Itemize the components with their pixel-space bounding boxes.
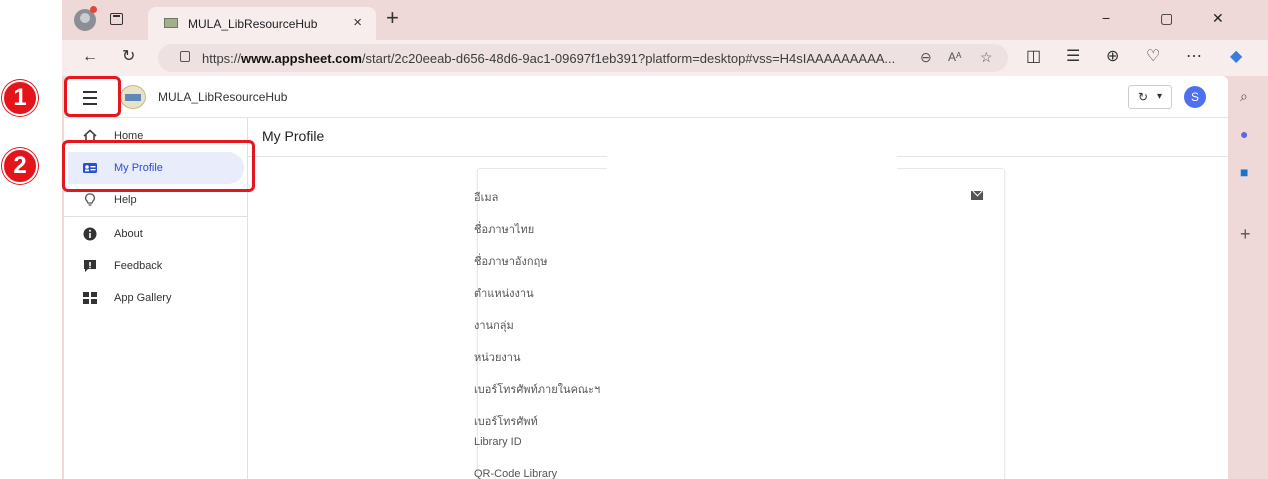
highlight-hamburger: [64, 76, 121, 117]
left-margin: [0, 0, 62, 479]
browser-toolbar: ← ↻ https://www.appsheet.com/start/2c20e…: [62, 40, 1268, 76]
field-thai-name-label: ชื่อภาษาไทย: [474, 224, 535, 236]
chevron-down-icon: ▾: [1157, 91, 1163, 102]
field-position-label: ตำแหน่งงาน: [474, 288, 534, 300]
field-unit-label: หน่วยงาน: [474, 352, 521, 364]
highlight-my-profile: [62, 140, 255, 192]
tab-strip: MULA_LibResourceHub × + − ▢ ✕: [62, 0, 1268, 40]
browser-tab[interactable]: MULA_LibResourceHub ×: [148, 7, 376, 40]
app-favicon-icon: [164, 18, 178, 28]
add-sidebar-app-icon[interactable]: +: [1240, 224, 1251, 245]
discover-icon[interactable]: ●: [1240, 126, 1248, 142]
split-screen-icon[interactable]: ◫: [1026, 48, 1041, 66]
sync-button[interactable]: ↻ ▾: [1128, 85, 1172, 109]
minimize-button[interactable]: −: [1102, 10, 1110, 26]
page-title: My Profile: [262, 128, 325, 144]
user-avatar[interactable]: S: [1184, 86, 1206, 108]
info-icon: [83, 227, 97, 241]
callout-badge-2: 2: [2, 148, 38, 184]
sidebar-divider: [64, 216, 248, 217]
sidebar-item-label: Help: [114, 194, 137, 206]
site-info-icon[interactable]: [180, 51, 190, 62]
sidebar-item-feedback[interactable]: Feedback: [68, 250, 244, 282]
app-logo: [120, 85, 146, 109]
favorites-icon[interactable]: ☰: [1066, 48, 1080, 66]
more-menu-icon[interactable]: ⋯: [1186, 48, 1202, 66]
outlook-icon[interactable]: ■: [1240, 164, 1248, 180]
close-window-button[interactable]: ✕: [1212, 10, 1224, 27]
lightbulb-icon: [85, 193, 95, 206]
app-header: MULA_LibResourceHub ↻ ▾ S: [64, 76, 1228, 118]
search-icon[interactable]: ⌕: [1240, 88, 1248, 105]
sidebar-item-label: About: [114, 228, 143, 240]
new-tab-button[interactable]: +: [386, 5, 399, 31]
field-english-name-label: ชื่อภาษาอังกฤษ: [474, 256, 548, 268]
callout-badge-1: 1: [2, 80, 38, 116]
app-page: MULA_LibResourceHub ↻ ▾ S Home My Profil…: [64, 76, 1228, 479]
field-phone-label: เบอร์โทรศัพท์: [474, 416, 538, 428]
read-aloud-icon[interactable]: Aᴬ: [948, 50, 961, 64]
tab-actions-icon[interactable]: [110, 13, 123, 25]
feedback-icon: [84, 260, 96, 272]
refresh-icon[interactable]: ↻: [122, 48, 135, 66]
sidebar-item-label: App Gallery: [114, 292, 172, 304]
favorite-star-icon[interactable]: ☆: [980, 49, 993, 66]
field-library-id-label: Library ID: [474, 436, 522, 448]
sync-icon: ↻: [1138, 90, 1149, 104]
app-name: MULA_LibResourceHub: [158, 90, 288, 104]
field-group-label: งานกลุ่ม: [474, 320, 514, 332]
profile-card: [477, 168, 1005, 479]
field-qr-code-label: QR-Code Library: [474, 468, 558, 479]
field-email-label: อีเมล: [474, 192, 499, 204]
browser-essentials-icon[interactable]: ♡: [1146, 48, 1160, 66]
field-internal-phone-label: เบอร์โทรศัพท์ภายในคณะฯ: [474, 384, 601, 396]
restore-button[interactable]: ▢: [1160, 10, 1173, 27]
mail-icon[interactable]: [971, 191, 983, 200]
sidebar-item-label: Feedback: [114, 260, 163, 272]
grid-icon: [83, 292, 97, 304]
tab-close-button[interactable]: ×: [353, 14, 362, 31]
address-bar[interactable]: https://www.appsheet.com/start/2c20eeab-…: [158, 44, 1008, 72]
copilot-icon[interactable]: ◆: [1230, 48, 1242, 66]
url-text[interactable]: https://www.appsheet.com/start/2c20eeab-…: [202, 51, 895, 66]
sidebar-item-about[interactable]: About: [68, 218, 244, 250]
zoom-icon[interactable]: ⊖: [920, 49, 932, 66]
profile-notification-dot: [90, 6, 97, 13]
collections-icon[interactable]: ⊕: [1106, 48, 1119, 66]
back-icon[interactable]: ←: [82, 48, 98, 66]
tab-title: MULA_LibResourceHub: [188, 17, 318, 31]
card-header-gap: [607, 154, 897, 170]
edge-sidebar: ⌕ ● ■ +: [1228, 76, 1268, 479]
sidebar-item-app-gallery[interactable]: App Gallery: [68, 282, 244, 314]
browser-window: MULA_LibResourceHub × + − ▢ ✕ ← ↻ https:…: [62, 0, 1268, 479]
